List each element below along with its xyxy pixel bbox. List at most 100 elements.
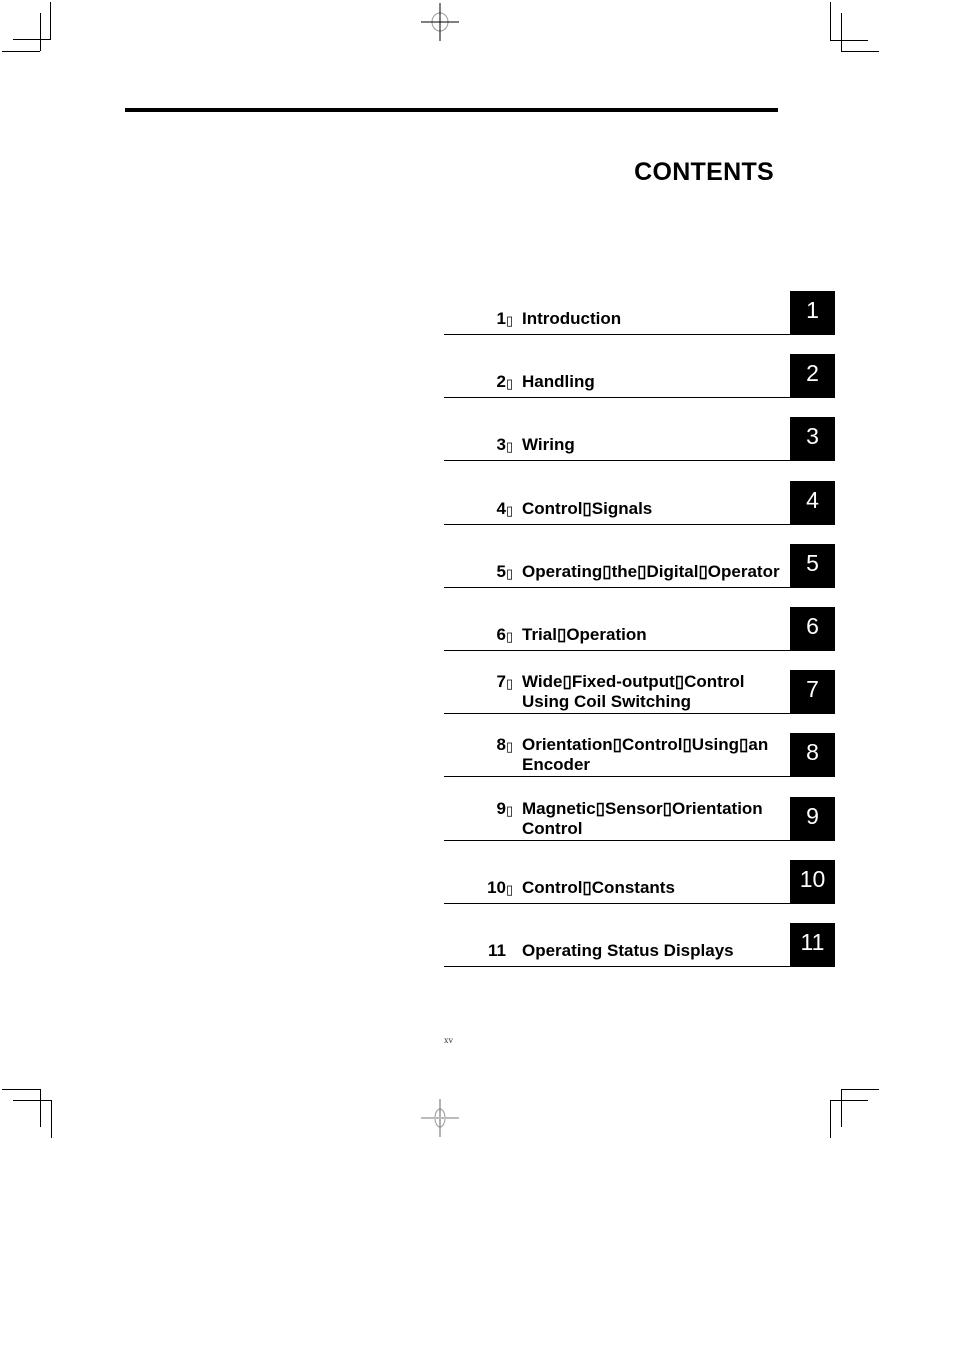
toc-entry-number: 4: [496, 499, 506, 518]
chapter-tab[interactable]: 6: [790, 607, 835, 651]
toc-entry-separator: ▯: [506, 629, 514, 644]
toc-entry-number: 10: [487, 878, 506, 897]
toc-entry[interactable]: 4 ▯ Control▯Signals 4: [444, 481, 835, 525]
crop-mark: [13, 1100, 51, 1101]
toc-entry-label-line: Control: [522, 819, 583, 838]
toc-entry-underline: [444, 397, 790, 398]
toc-entry[interactable]: 2 ▯ Handling 2: [444, 354, 835, 398]
toc-entry-label-line: Control▯Constants: [522, 878, 675, 897]
toc-entry-separator: ▯: [506, 739, 514, 754]
toc-entry[interactable]: 3 ▯ Wiring 3: [444, 417, 835, 461]
toc-entry-number: 5: [496, 562, 506, 581]
header-rule: [125, 108, 778, 112]
toc-entry-separator: ▯: [506, 676, 514, 691]
chapter-tab[interactable]: 7: [790, 670, 835, 714]
toc-entry-underline: [444, 524, 790, 525]
toc-entry[interactable]: 8 ▯ Orientation▯Control▯Using▯an Encoder 8: [444, 733, 835, 777]
chapter-tab[interactable]: 9: [790, 797, 835, 841]
chapter-tab[interactable]: 5: [790, 544, 835, 588]
crop-mark: [51, 1100, 52, 1138]
toc-entry-underline: [444, 650, 790, 651]
toc-entry-label-line: Magnetic▯Sensor▯Orientation: [522, 799, 763, 818]
chapter-tab[interactable]: 11: [790, 923, 835, 967]
toc-entry-label[interactable]: Introduction: [522, 309, 792, 329]
toc-entry-separator: ▯: [506, 882, 514, 897]
toc-entry-label-line: Using Coil Switching: [522, 692, 692, 711]
toc-entry-label[interactable]: Wiring: [522, 435, 792, 455]
toc-entry-number: 3: [496, 435, 506, 454]
toc-entry-separator: ▯: [506, 439, 514, 454]
toc-entry[interactable]: 6 ▯ Trial▯Operation 6: [444, 607, 835, 651]
toc-entry[interactable]: 7 ▯ Wide▯Fixed-output▯Control Using Coil Sw…: [444, 670, 835, 714]
toc-entry[interactable]: 1 ▯ Introduction 1: [444, 291, 835, 335]
toc-entry-underline: [444, 840, 790, 841]
toc-entry-underline: [444, 903, 790, 904]
toc-entry-label-line: Operating Status Displays: [522, 941, 734, 960]
crop-mark: [2, 51, 40, 52]
crop-mark: [841, 51, 879, 52]
chapter-tab[interactable]: 10: [790, 860, 835, 904]
toc-entry-underline: [444, 966, 790, 967]
toc-entry-underline: [444, 776, 790, 777]
toc-entry-label-line: Control▯Signals: [522, 499, 653, 518]
toc-entry-underline: [444, 460, 790, 461]
toc-entry-number: 8: [496, 735, 506, 754]
registration-mark-icon: [421, 3, 459, 41]
crop-mark: [830, 2, 831, 40]
chapter-tab[interactable]: 3: [790, 417, 835, 461]
toc-entry[interactable]: 9 ▯ Magnetic▯Sensor▯Orientation Control 9: [444, 797, 835, 841]
toc-entry-label[interactable]: Trial▯Operation: [522, 625, 792, 645]
crop-mark: [830, 1100, 831, 1138]
toc-entry-label[interactable]: Operating Status Displays: [522, 941, 792, 961]
toc-entry-label[interactable]: Control▯Signals: [522, 499, 792, 519]
toc-entry-label-line: Wiring: [522, 435, 575, 454]
toc-entry-number: 6: [496, 625, 506, 644]
registration-mark-icon: [421, 1099, 459, 1137]
toc-entry-label-line: Introduction: [522, 309, 622, 328]
crop-mark: [830, 1100, 868, 1101]
toc-entry-label-line: Operating▯the▯Digital▯Operator: [522, 562, 780, 581]
chapter-tab[interactable]: 8: [790, 733, 835, 777]
toc-entry-label[interactable]: Orientation▯Control▯Using▯an Encoder: [522, 735, 792, 775]
chapter-tab[interactable]: 1: [790, 291, 835, 335]
crop-mark: [50, 2, 51, 40]
page-number: xv: [444, 1035, 453, 1045]
crop-mark: [2, 1089, 40, 1090]
toc-entry-label-line: Encoder: [522, 755, 591, 774]
toc-entry[interactable]: 11 Operating Status Displays 11: [444, 923, 835, 967]
toc-entry-number: 9: [496, 799, 506, 818]
crop-mark: [841, 1089, 842, 1127]
toc-entry-separator: ▯: [506, 566, 514, 581]
toc-entry-separator: ▯: [506, 376, 514, 391]
crop-mark: [40, 13, 41, 51]
toc-entry[interactable]: 5 ▯ Operating▯the▯Digital▯Operator 5: [444, 544, 835, 588]
crop-mark: [13, 39, 51, 40]
toc-entry-underline: [444, 587, 790, 588]
toc-entry-underline: [444, 334, 790, 335]
toc-entry-separator: ▯: [506, 503, 514, 518]
toc-entry-underline: [444, 713, 790, 714]
toc-entry[interactable]: 10 ▯ Control▯Constants 10: [444, 860, 835, 904]
toc-entry-number: 2: [496, 372, 506, 391]
chapter-tab[interactable]: 4: [790, 481, 835, 525]
toc-entry-label[interactable]: Magnetic▯Sensor▯Orientation Control: [522, 799, 792, 839]
toc-entry-label[interactable]: Wide▯Fixed-output▯Control Using Coil Swit…: [522, 672, 792, 712]
toc-entry-label-line: Orientation▯Control▯Using▯an: [522, 735, 769, 754]
crop-mark: [40, 1089, 41, 1127]
chapter-tab[interactable]: 2: [790, 354, 835, 398]
toc-entry-separator: ▯: [506, 313, 514, 328]
toc-entry-label[interactable]: Control▯Constants: [522, 878, 792, 898]
toc-entry-label-line: Wide▯Fixed-output▯Control: [522, 672, 745, 691]
crop-mark: [830, 40, 868, 41]
crop-mark: [841, 13, 842, 51]
toc-entry-label-line: Handling: [522, 372, 595, 391]
toc-entry-number: 7: [496, 672, 506, 691]
page-title: CONTENTS: [634, 158, 774, 186]
toc-entry-label-line: Trial▯Operation: [522, 625, 647, 644]
toc-entry-separator: ▯: [506, 803, 514, 818]
toc-entry-number: 1: [496, 309, 506, 328]
crop-mark: [841, 1089, 879, 1090]
toc-entry-number: 11: [488, 941, 506, 960]
toc-entry-label[interactable]: Operating▯the▯Digital▯Operator: [522, 562, 792, 582]
toc-entry-label[interactable]: Handling: [522, 372, 792, 392]
